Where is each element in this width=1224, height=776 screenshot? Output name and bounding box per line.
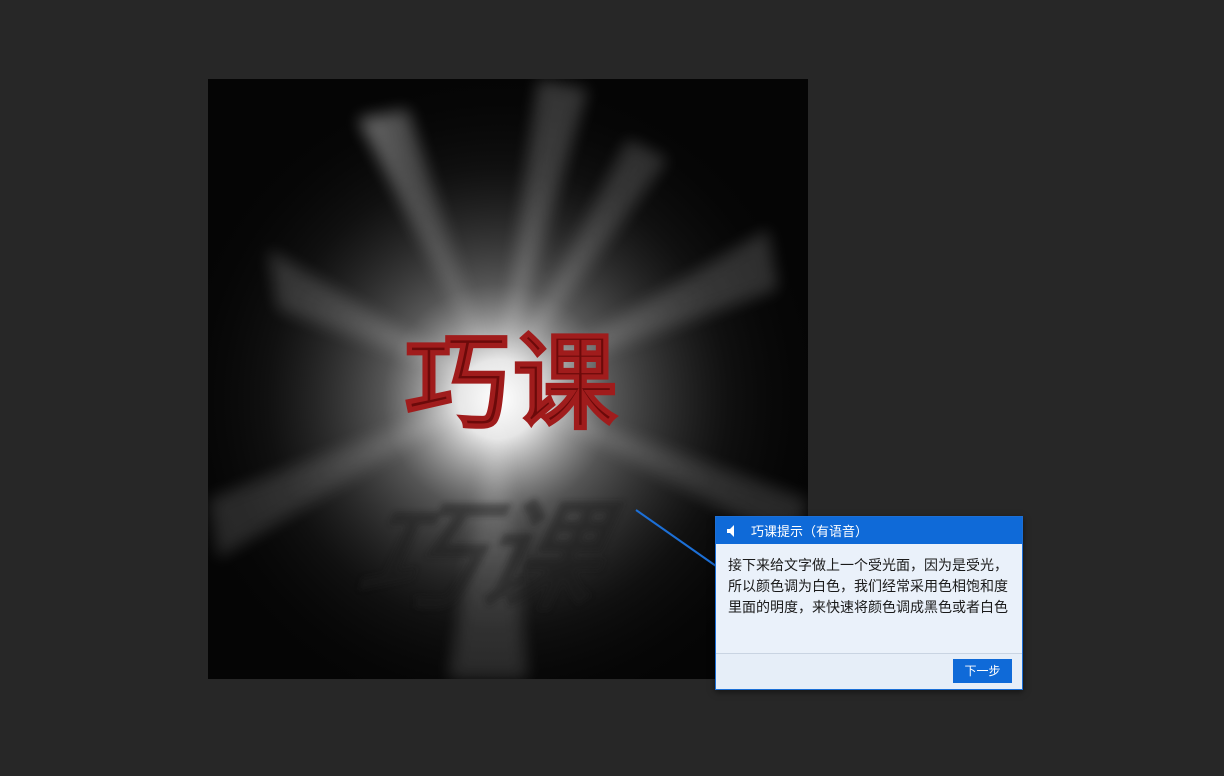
tip-message: 接下来给文字做上一个受光面，因为是受光，所以颜色调为白色，我们经常采用色相饱和度… — [728, 558, 1008, 616]
tip-footer: 下一步 — [716, 653, 1022, 689]
next-step-button[interactable]: 下一步 — [953, 659, 1012, 683]
workspace: 巧课 巧课 巧课提示（有语音） 接下来给文字做上一个受光面，因为是受光，所以颜色… — [0, 0, 1224, 776]
tip-title: 巧课提示（有语音） — [751, 525, 869, 540]
tip-header: 巧课提示（有语音） — [716, 517, 1022, 544]
speaker-icon[interactable] — [725, 524, 739, 538]
artwork-title: 巧课 — [405, 322, 621, 444]
tip-dialog: 巧课提示（有语音） 接下来给文字做上一个受光面，因为是受光，所以颜色调为白色，我… — [715, 516, 1023, 690]
